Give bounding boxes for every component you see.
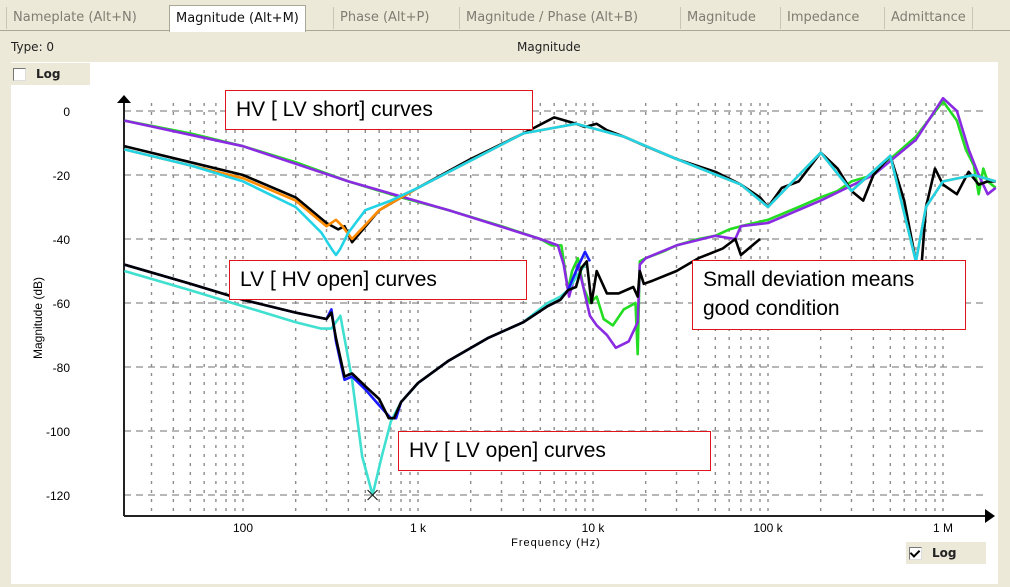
annotation-small-deviation: Small deviation means good condition (692, 260, 966, 330)
y-tick-label: -20 (53, 169, 71, 183)
x-log-label: Log (932, 546, 957, 560)
y-tick-label: -80 (53, 361, 71, 375)
y-tick-label: -40 (53, 233, 71, 247)
x-tick-label: 1 k (410, 521, 427, 535)
y-tick-label: -60 (53, 297, 71, 311)
x-axis-label: Frequency (Hz) (511, 537, 601, 549)
y-tick-label: -120 (46, 489, 70, 503)
series-line (124, 116, 996, 273)
annotation-lv-hv-open: LV [ HV open] curves (229, 260, 527, 300)
y-axis-label: Magnitude (dB) (31, 277, 45, 359)
y-axis-arrow (117, 95, 131, 103)
annotation-hv-lv-open: HV [ LV open] curves (398, 431, 711, 471)
x-log-checkbox[interactable] (909, 546, 922, 560)
x-tick-label: 10 k (582, 521, 606, 535)
x-tick-label: 100 k (753, 521, 783, 535)
x-tick-label: 1 M (933, 521, 953, 535)
x-axis-arrow (985, 509, 995, 523)
annotation-hv-lv-short: HV [ LV short] curves (225, 90, 533, 130)
x-log-toggle[interactable]: Log (906, 542, 986, 564)
y-tick-label: -100 (46, 425, 70, 439)
y-tick-label: 0 (63, 105, 70, 119)
x-tick-label: 100 (233, 521, 253, 535)
